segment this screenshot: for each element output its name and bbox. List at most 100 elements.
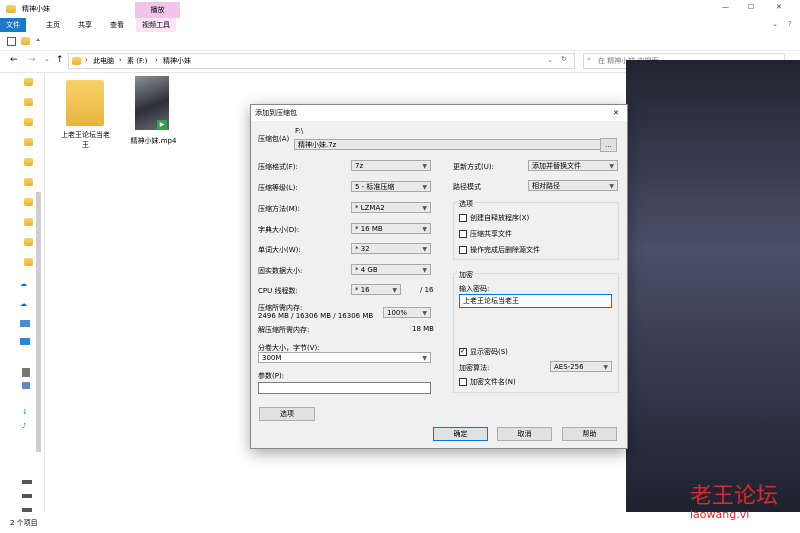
method-combo[interactable]: * LZMA2 ▼ xyxy=(351,202,431,213)
pictures-icon[interactable] xyxy=(22,382,30,389)
dict-label: 字典大小(D): xyxy=(258,226,300,234)
drive-icon[interactable] xyxy=(22,480,32,484)
mem-comp-detail: 2496 MB / 16306 MB / 16306 MB xyxy=(258,312,374,320)
nav-folder-icon[interactable] xyxy=(24,178,33,186)
params-label: 参数(P): xyxy=(258,372,285,380)
cpu-total: / 16 xyxy=(420,286,434,294)
archive-path: F:\ xyxy=(295,127,304,135)
mem-decomp-value: 18 MB xyxy=(412,325,434,333)
chevron-down-icon[interactable]: ⌄ xyxy=(772,20,778,28)
nav-folder-icon[interactable] xyxy=(24,158,33,166)
breadcrumb-this-pc[interactable]: 此电脑 xyxy=(93,56,114,66)
tab-video-tools[interactable]: 视频工具 xyxy=(136,18,176,32)
tab-home[interactable]: 主页 xyxy=(40,18,66,32)
solid-combo[interactable]: * 4 GB ▼ xyxy=(351,264,431,275)
password-input[interactable]: 上老王论坛当老王 xyxy=(459,294,612,308)
tab-share[interactable]: 共享 xyxy=(72,18,98,32)
breadcrumb-sep-icon: › xyxy=(85,56,88,64)
update-combo[interactable]: 添加并替换文件 ▼ xyxy=(528,160,618,171)
desktop-icon[interactable] xyxy=(20,338,30,345)
nav-folder-icon[interactable] xyxy=(24,118,33,126)
pathmode-value: 相对路径 xyxy=(532,182,560,190)
update-value: 添加并替换文件 xyxy=(532,162,581,170)
dialog-title-bar: 添加到压缩包 ✕ xyxy=(251,105,627,121)
shared-checkbox[interactable] xyxy=(459,230,467,238)
level-combo[interactable]: 5 - 标准压缩 ▼ xyxy=(351,181,431,192)
level-value: 5 - 标准压缩 xyxy=(355,183,395,191)
cpu-value: * 16 xyxy=(355,286,370,294)
cpu-combo[interactable]: * 16 ▼ xyxy=(351,284,401,295)
delete-checkbox[interactable] xyxy=(459,246,467,254)
sfx-checkbox[interactable] xyxy=(459,214,467,222)
nav-folder-icon[interactable] xyxy=(24,238,33,246)
enc-method-combo[interactable]: AES-256 ▼ xyxy=(550,361,612,372)
tab-view[interactable]: 查看 xyxy=(104,18,130,32)
dict-combo[interactable]: * 16 MB ▼ xyxy=(351,223,431,234)
scrollbar[interactable] xyxy=(36,192,41,452)
history-chevron-icon[interactable]: ⌄ xyxy=(44,55,50,63)
add-to-archive-dialog: 添加到压缩包 ✕ 压缩包(A) F:\ 精神小妹.7z▼ ... 压缩格式(F)… xyxy=(250,104,628,449)
options-group: 选项 创建自释放程序(X) 压缩共享文件 操作完成后删除源文件 xyxy=(453,199,619,260)
this-pc-icon[interactable] xyxy=(20,320,30,327)
drive-icon[interactable] xyxy=(22,494,32,498)
watermark-url: laowang.vi xyxy=(690,508,750,521)
help-button[interactable]: 帮助 xyxy=(562,427,617,441)
word-label: 单词大小(W): xyxy=(258,246,301,254)
customize-icon[interactable]: ⩡ xyxy=(36,36,40,45)
quick-access-toolbar: ⩡ xyxy=(0,32,800,51)
nav-folder-icon[interactable] xyxy=(24,258,33,266)
format-combo[interactable]: 7z ▼ xyxy=(351,160,431,171)
dialog-close-button[interactable]: ✕ xyxy=(613,105,619,121)
breadcrumb-drive[interactable]: 素 (F:) xyxy=(127,56,148,66)
ok-button[interactable]: 确定 xyxy=(433,427,488,441)
nav-folder-icon[interactable] xyxy=(24,98,33,106)
back-icon[interactable]: ← xyxy=(10,55,18,65)
archive-label: 压缩包(A) xyxy=(258,135,290,143)
show-password-checkbox[interactable]: ✓ xyxy=(459,347,467,356)
file-name: 上老王论坛当老王 xyxy=(61,131,110,149)
solid-label: 固实数据大小: xyxy=(258,267,303,275)
pathmode-combo[interactable]: 相对路径 ▼ xyxy=(528,180,618,191)
nav-folder-icon[interactable] xyxy=(24,218,33,226)
background-image xyxy=(626,60,800,533)
archive-name-combo[interactable]: 精神小妹.7z▼ xyxy=(294,139,617,150)
up-icon[interactable]: ↑ xyxy=(56,55,64,65)
music-icon[interactable]: ♪ xyxy=(22,422,26,430)
nav-folder-icon[interactable] xyxy=(24,198,33,206)
word-combo[interactable]: * 32 ▼ xyxy=(351,243,431,254)
breadcrumb-folder[interactable]: 精神小妹 xyxy=(163,56,191,66)
file-item[interactable]: 上老王论坛当老王 xyxy=(58,76,113,156)
folder-icon[interactable] xyxy=(21,37,30,45)
maximize-button[interactable]: ☐ xyxy=(748,3,754,11)
nav-folder-icon[interactable] xyxy=(24,78,33,86)
encrypt-names-checkbox[interactable] xyxy=(459,378,467,386)
folder-icon xyxy=(72,57,81,65)
nav-folder-icon[interactable] xyxy=(24,138,33,146)
params-input[interactable] xyxy=(258,382,431,394)
address-box[interactable]: › 此电脑 › 素 (F:) › 精神小妹 ⌄ ↻ xyxy=(68,53,575,69)
navigation-pane[interactable]: ☁ ☁ ↓ ♪ xyxy=(0,72,45,512)
documents-icon[interactable] xyxy=(22,368,30,377)
forward-icon[interactable]: → xyxy=(28,55,36,65)
onedrive-icon[interactable]: ☁ xyxy=(20,300,27,308)
mem-decomp-label: 解压缩所需内存: xyxy=(258,326,310,334)
browse-button[interactable]: ... xyxy=(600,138,617,152)
tab-file[interactable]: 文件 xyxy=(0,18,26,32)
mem-pct-combo[interactable]: 100% ▼ xyxy=(383,307,431,318)
file-item[interactable]: ▶ 精神小妹.mp4 xyxy=(126,76,181,156)
cancel-button[interactable]: 取消 xyxy=(497,427,552,441)
refresh-icon[interactable]: ↻ xyxy=(561,55,567,63)
downloads-icon[interactable]: ↓ xyxy=(22,408,28,416)
address-dropdown-icon[interactable]: ⌄ xyxy=(547,56,553,64)
split-combo[interactable]: 300M ▼ xyxy=(258,352,431,363)
mem-pct-value: 100% xyxy=(387,309,408,317)
chevron-down-icon: ▼ xyxy=(422,267,427,274)
onedrive-icon[interactable]: ☁ xyxy=(20,280,27,288)
close-button[interactable]: ✕ xyxy=(776,3,782,11)
context-tab-header: 播放 xyxy=(135,2,180,18)
help-icon[interactable]: ? xyxy=(788,20,792,28)
minimize-button[interactable]: — xyxy=(722,3,729,11)
options-button[interactable]: 选项 xyxy=(259,407,315,421)
encrypt-names-label: 加密文件名(N) xyxy=(470,378,516,386)
checkbox-icon[interactable] xyxy=(7,37,16,46)
